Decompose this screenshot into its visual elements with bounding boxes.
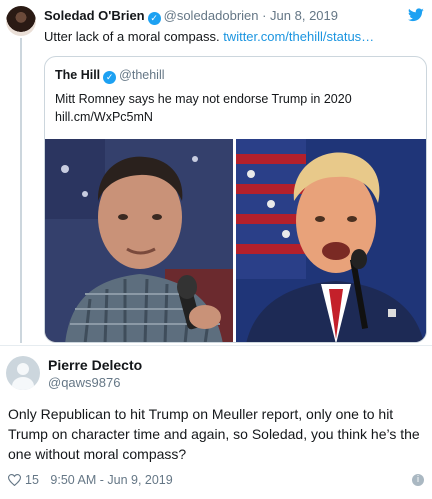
heart-icon[interactable] <box>8 474 21 486</box>
romney-photo-illustration <box>45 139 233 342</box>
reply-text: Only Republican to hit Trump on Meuller … <box>8 406 420 462</box>
reply-tweet[interactable]: Pierre Delecto @qaws9876 Only Republican… <box>0 345 432 499</box>
author-handle-date[interactable]: @soledadobrien · Jun 8, 2019 <box>164 8 338 23</box>
quoted-author-name: The Hill <box>55 68 101 82</box>
reply-timestamp[interactable]: 9:50 AM - Jun 9, 2019 <box>50 473 172 487</box>
tweet-link[interactable]: twitter.com/thehill/status… <box>223 29 374 44</box>
reply-author-handle[interactable]: @qaws9876 <box>48 375 120 390</box>
quoted-header: The Hill ✓ @thehill <box>55 68 165 84</box>
tweet-text: Utter lack of a moral compass. twitter.c… <box>44 29 374 44</box>
tweet-text-body: Utter lack of a moral compass. <box>44 29 220 44</box>
reply-meta: 15 9:50 AM - Jun 9, 2019 <box>8 473 173 487</box>
author-avatar[interactable] <box>6 6 36 36</box>
default-avatar-head <box>17 363 29 375</box>
verified-badge-icon: ✓ <box>147 12 161 25</box>
trump-photo-illustration <box>236 139 426 342</box>
quoted-link: hill.cm/WxPc5mN <box>55 110 153 124</box>
original-tweet[interactable]: Soledad O'Brien ✓ @soledadobrien · Jun 8, … <box>0 0 432 345</box>
reply-avatar[interactable] <box>6 356 40 390</box>
trump-photo[interactable] <box>236 139 426 342</box>
quoted-text-body: Mitt Romney says he may not endorse Trum… <box>55 92 352 106</box>
romney-photo[interactable] <box>45 139 233 342</box>
tweet-header: Soledad O'Brien ✓ @soledadobrien · Jun 8, … <box>44 8 338 25</box>
twitter-bird-icon[interactable] <box>408 8 424 22</box>
info-icon[interactable]: i <box>412 474 424 486</box>
author-name[interactable]: Soledad O'Brien <box>44 8 145 23</box>
reply-author-name[interactable]: Pierre Delecto <box>48 357 142 373</box>
like-count[interactable]: 15 <box>25 473 39 487</box>
quoted-tweet-card[interactable]: The Hill ✓ @thehill Mitt Romney says he ma… <box>44 56 427 343</box>
quoted-handle: @thehill <box>119 68 165 82</box>
verified-badge-icon: ✓ <box>103 71 117 84</box>
default-avatar-body <box>12 377 34 390</box>
quoted-photos <box>45 139 426 342</box>
quoted-text: Mitt Romney says he may not endorse Trum… <box>55 90 415 126</box>
